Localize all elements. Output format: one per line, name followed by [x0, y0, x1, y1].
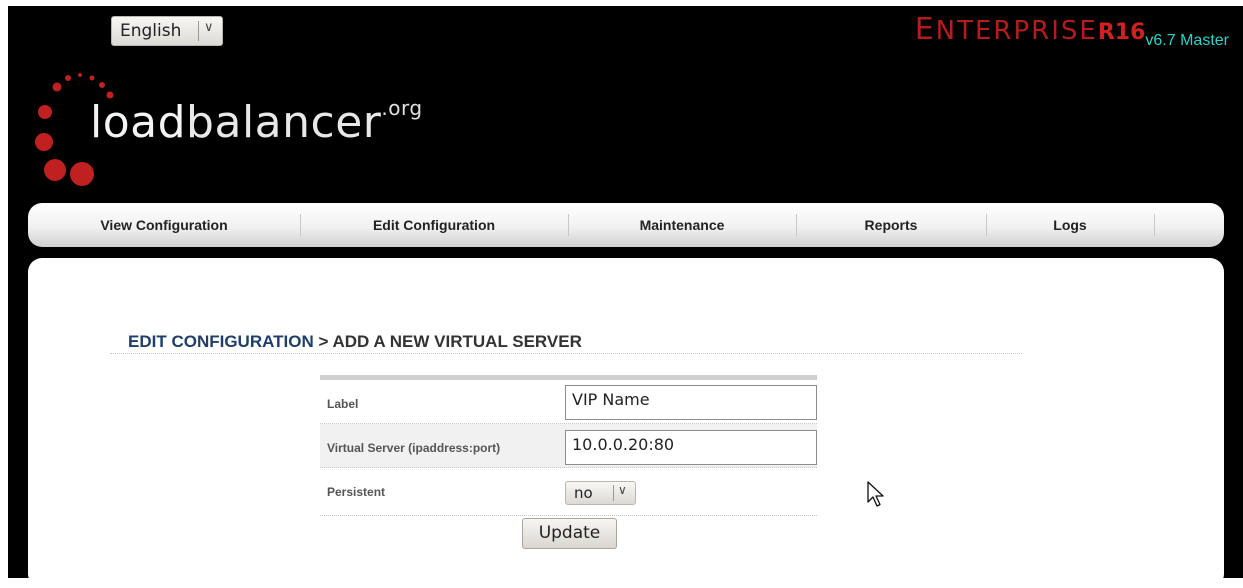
virtual-server-input[interactable]: 10.0.0.20:80	[565, 430, 817, 465]
nav-edit-configuration[interactable]: Edit Configuration	[300, 203, 568, 247]
page-title-text: ADD A NEW VIRTUAL SERVER	[332, 332, 582, 351]
logo-wordmark: loadbalancer.org	[90, 96, 423, 148]
logo-text-suffix: .org	[381, 96, 423, 120]
chevron-down-icon: ∨	[204, 20, 214, 35]
language-select[interactable]: English ∨	[111, 16, 223, 46]
brand-enterprise-rest: NTERPRISE	[935, 16, 1098, 46]
form-row-persistent: Persistent no ∨	[320, 468, 817, 516]
persistent-select-value: no	[574, 484, 593, 502]
heading-divider	[110, 353, 1022, 354]
logo-text-bold: load	[90, 97, 187, 148]
virtual-server-field-label: Virtual Server (ipaddress:port)	[327, 441, 501, 455]
breadcrumb-separator: >	[313, 332, 333, 351]
form-row-label: Label VIP Name	[320, 380, 817, 424]
brand-version: v6.7 Master	[1145, 32, 1229, 49]
nav-logs[interactable]: Logs	[986, 203, 1154, 247]
brand-edition: R16	[1097, 20, 1146, 45]
nav-maintenance[interactable]: Maintenance	[568, 203, 796, 247]
persistent-select-divider	[613, 485, 614, 501]
mouse-pointer-icon	[867, 481, 884, 507]
language-select-value: English	[120, 21, 182, 41]
update-button[interactable]: Update	[522, 518, 617, 549]
persistent-select[interactable]: no ∨	[565, 481, 636, 505]
nav-reports[interactable]: Reports	[796, 203, 986, 247]
language-select-divider	[198, 21, 199, 41]
main-nav: View Configuration Edit Configuration Ma…	[28, 203, 1224, 247]
product-brand: ENTERPRISER16v6.7 Master	[915, 12, 1229, 62]
persistent-field-label: Persistent	[327, 485, 386, 499]
nav-separator	[1154, 214, 1155, 236]
label-field-label: Label	[327, 397, 359, 411]
chevron-down-icon: ∨	[618, 483, 627, 497]
breadcrumb-edit-configuration[interactable]: EDIT CONFIGURATION	[128, 332, 314, 351]
brand-enterprise-initial: E	[914, 12, 936, 47]
form-row-virtual-server: Virtual Server (ipaddress:port) 10.0.0.2…	[320, 424, 817, 468]
nav-view-configuration[interactable]: View Configuration	[28, 203, 300, 247]
content-panel: EDIT CONFIGURATION > ADD A NEW VIRTUAL S…	[28, 258, 1224, 588]
brand-enterprise: ENTERPRISE	[915, 12, 1098, 47]
logo-text-rest: balancer	[186, 97, 382, 148]
page-title: EDIT CONFIGURATION > ADD A NEW VIRTUAL S…	[128, 332, 582, 352]
label-input[interactable]: VIP Name	[565, 385, 817, 420]
page-frame: English ∨ ENTERPRISER16v6.7 Master loadb…	[0, 0, 1243, 588]
